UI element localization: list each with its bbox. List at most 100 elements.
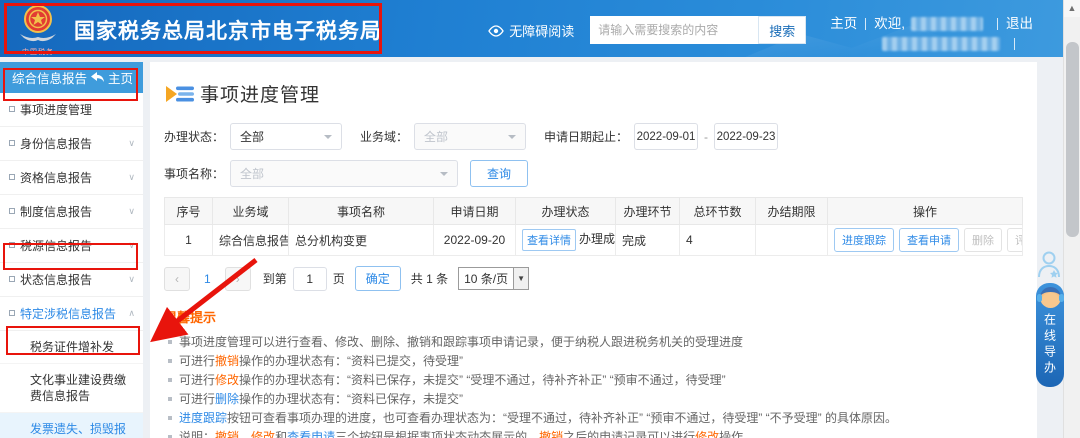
bullet-icon — [168, 340, 172, 344]
cell-apply-date: 2022-09-20 — [434, 225, 516, 256]
view-detail-button[interactable]: 查看详情 — [522, 229, 576, 251]
chevron-down-icon: ∨ — [128, 274, 135, 285]
bullet-icon — [168, 416, 172, 420]
bullet-icon — [168, 378, 172, 382]
page-size-select[interactable]: 10 条/页 ▼ — [458, 267, 529, 290]
search-input[interactable] — [590, 16, 758, 44]
col-deadline: 办结期限 — [756, 198, 828, 225]
cell-step: 完成 — [616, 225, 680, 256]
domain-select[interactable]: 全部 — [414, 123, 526, 150]
scrollbar-up-arrow[interactable]: ▲ — [1064, 0, 1080, 17]
pagination: ‹ 1 › 到第 1 页 确定 共 1 条 10 条/页 ▼ — [164, 266, 1023, 291]
col-actions: 操作 — [828, 198, 1023, 225]
query-button[interactable]: 查询 — [470, 160, 528, 187]
domain-filter-label: 业务域： — [360, 128, 408, 145]
welcome-label: 欢迎, — [874, 14, 905, 34]
cell-seq: 1 — [165, 225, 213, 256]
sidebar-item-shuiyuan-xinxi[interactable]: 税源信息报告∨ — [0, 229, 143, 263]
sidebar: 综合信息报告 主页 事项进度管理 身份信息报告∨ 资格信息报告∨ 制度信息报告∨… — [0, 62, 143, 438]
status-text: 办理成功... — [579, 232, 616, 246]
assistant-avatar — [1040, 287, 1061, 308]
date-from-input[interactable]: 2022-09-01 — [634, 123, 698, 150]
total-count-label: 共 1 条 — [411, 270, 448, 287]
accessibility-link[interactable]: 无障碍阅读 — [488, 21, 574, 40]
page-number[interactable]: 1 — [204, 272, 211, 286]
tips-list: 事项进度管理可以进行查看、修改、删除、撤销和跟踪事项申请记录，便于纳税人跟进税务… — [164, 335, 1023, 438]
col-step: 办理环节 — [616, 198, 680, 225]
logout-link[interactable]: 退出 — [1006, 14, 1033, 34]
nav-separator — [865, 18, 866, 30]
sidebar-item-shixiang-jindu[interactable]: 事项进度管理 — [0, 93, 143, 127]
item-name-filter-label: 事项名称： — [164, 165, 224, 182]
nav-home-link[interactable]: 主页 — [830, 14, 857, 34]
table-header-row: 序号 业务域 事项名称 申请日期 办理状态 办理环节 总环节数 办结期限 操作 — [165, 198, 1023, 225]
progress-table: 序号 业务域 事项名称 申请日期 办理状态 办理环节 总环节数 办结期限 操作 … — [164, 197, 1023, 256]
col-seq: 序号 — [165, 198, 213, 225]
sidebar-item-teding-sheshui[interactable]: 特定涉税信息报告∧ — [0, 297, 143, 331]
date-to-input[interactable]: 2022-09-23 — [714, 123, 778, 150]
search-button[interactable]: 搜索 — [758, 16, 806, 44]
status-select[interactable]: 全部 — [230, 123, 342, 150]
tip-item: 事项进度管理可以进行查看、修改、删除、撤销和跟踪事项申请记录，便于纳税人跟进税务… — [164, 335, 1023, 349]
page-title: 事项进度管理 — [200, 80, 320, 107]
tips-title: 温馨提示 — [164, 307, 1023, 326]
cell-status: 查看详情办理成功... — [516, 225, 616, 256]
progress-track-button[interactable]: 进度跟踪 — [834, 228, 894, 252]
sidebar-home-link[interactable]: 主页 — [91, 68, 133, 87]
user-assist-icon[interactable] — [1036, 250, 1062, 283]
col-status: 办理状态 — [516, 198, 616, 225]
site-title: 国家税务总局北京市电子税务局 — [74, 15, 382, 45]
chevron-down-icon: ∨ — [128, 138, 135, 149]
cell-deadline — [756, 225, 828, 256]
chevron-up-icon: ∧ — [128, 308, 135, 319]
chevron-down-icon: ∨ — [128, 172, 135, 183]
main-content: 事项进度管理 办理状态： 全部 业务域： 全部 申请日期起止： 2022-09-… — [150, 62, 1037, 438]
cell-actions: 进度跟踪查看申请删除评价 — [828, 225, 1023, 256]
col-domain: 业务域 — [213, 198, 289, 225]
sidebar-subitem-fapiao-yishi[interactable]: 发票遗失、损毁报告 — [0, 413, 143, 438]
item-name-select[interactable]: 全部 — [230, 160, 458, 187]
nav-separator — [997, 18, 998, 30]
goto-label: 到第 — [263, 270, 287, 287]
view-application-button[interactable]: 查看申请 — [899, 228, 959, 252]
tax-bureau-logo: 中国税务 — [14, 4, 62, 56]
tips-section: 温馨提示 事项进度管理可以进行查看、修改、删除、撤销和跟踪事项申请记录，便于纳税… — [164, 307, 1023, 438]
redacted-company-name — [882, 37, 1000, 51]
sidebar-header: 综合信息报告 主页 — [0, 62, 143, 93]
date-separator: - — [704, 130, 708, 144]
tip-item: 可进行修改操作的办理状态有：“资料已保存，未提交” “受理不通过，待补齐补正” … — [164, 373, 1023, 387]
accessibility-label: 无障碍阅读 — [509, 21, 574, 40]
sidebar-subitem-wenhua-shiye[interactable]: 文化事业建设费缴费信息报告 — [0, 364, 143, 413]
cell-domain: 综合信息报告 — [213, 225, 289, 256]
page-title-icon — [164, 82, 196, 106]
online-guide-widget[interactable]: 在线导办 — [1036, 283, 1064, 387]
sidebar-subitem-shuiwu-zhengjian[interactable]: 税务证件增补发 — [0, 331, 143, 364]
next-page-button[interactable]: › — [225, 267, 251, 291]
scrollbar-thumb[interactable] — [1066, 42, 1079, 237]
status-filter-label: 办理状态： — [164, 128, 224, 145]
page-scrollbar[interactable]: ▲ — [1063, 0, 1080, 438]
chevron-down-icon: ∨ — [128, 240, 135, 251]
rate-button: 评价 — [1007, 228, 1023, 252]
nav-separator — [1014, 38, 1015, 50]
redacted-username — [911, 17, 983, 31]
sidebar-item-zhidu-xinxi[interactable]: 制度信息报告∨ — [0, 195, 143, 229]
cell-item-name: 总分机构变更 — [289, 225, 434, 256]
chevron-down-icon: ∨ — [128, 206, 135, 217]
sidebar-item-zhuangtai-xinxi[interactable]: 状态信息报告∨ — [0, 263, 143, 297]
page-unit-label: 页 — [333, 270, 345, 287]
eye-icon — [488, 25, 504, 37]
sidebar-item-shenfen-xinxi[interactable]: 身份信息报告∨ — [0, 127, 143, 161]
bullet-icon — [168, 397, 172, 401]
col-apply-date: 申请日期 — [434, 198, 516, 225]
sidebar-item-zige-xinxi[interactable]: 资格信息报告∨ — [0, 161, 143, 195]
back-arrow-icon — [91, 72, 104, 83]
cell-total-steps: 4 — [680, 225, 756, 256]
prev-page-button[interactable]: ‹ — [164, 267, 190, 291]
col-total-steps: 总环节数 — [680, 198, 756, 225]
tip-item: 进度跟踪按钮可查看事项办理的进度，也可查看办理状态为：“受理不通过，待补齐补正”… — [164, 411, 1023, 425]
tip-item: 说明：撤销、修改和查看申请三个按钮是根据事项状态动态展示的，撤销之后的申请记录可… — [164, 430, 1023, 438]
confirm-page-button[interactable]: 确定 — [355, 266, 401, 291]
date-range-label: 申请日期起止： — [544, 128, 628, 145]
goto-page-input[interactable]: 1 — [293, 267, 327, 291]
